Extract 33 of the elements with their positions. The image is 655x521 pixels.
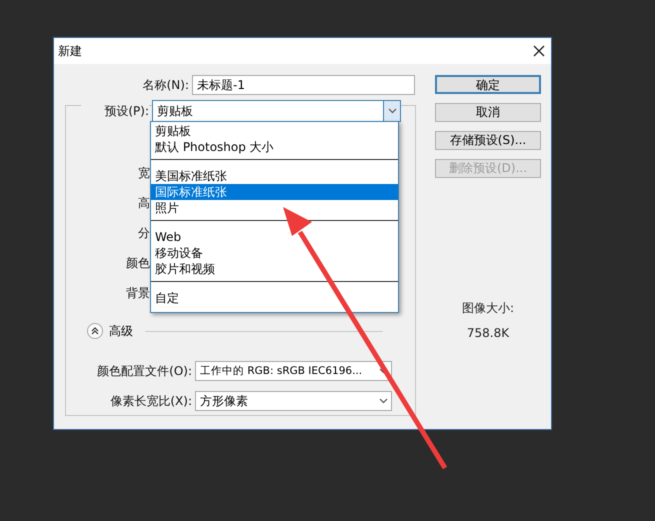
- color-profile-label: 颜色配置文件(O):: [96, 362, 192, 380]
- field-label: 分: [137, 224, 150, 242]
- pixel-aspect-label: 像素长宽比(X):: [109, 392, 192, 410]
- dialog-button[interactable]: 确定: [435, 75, 541, 94]
- preset-dropdown[interactable]: 剪贴板: [152, 100, 401, 122]
- name-label: 名称(N):: [142, 76, 189, 94]
- field-label: 宽: [137, 164, 150, 182]
- pixel-aspect-dropdown[interactable]: 方形像素: [195, 391, 392, 411]
- color-profile-dropdown[interactable]: 工作中的 RGB: sRGB IEC6196...: [195, 361, 392, 381]
- menu-item[interactable]: 自定: [151, 290, 398, 306]
- advanced-label: 高级: [109, 322, 133, 340]
- collapse-icon[interactable]: [87, 323, 103, 339]
- menu-item[interactable]: Web: [151, 229, 398, 245]
- image-size-value: 758.8K: [466, 326, 510, 340]
- image-size-label: 图像大小:: [460, 300, 516, 317]
- menu-item[interactable]: 照片: [151, 200, 398, 216]
- caret-icon: [388, 108, 396, 114]
- menu-item[interactable]: 默认 Photoshop 大小: [151, 139, 398, 155]
- dialog-button[interactable]: 存储预设(S)...: [435, 131, 541, 150]
- name-field[interactable]: 未标题-1: [192, 75, 415, 95]
- preset-label: 预设(P):: [81, 102, 149, 120]
- window-title: 新建: [58, 42, 82, 60]
- field-label: 高: [137, 194, 150, 212]
- close-icon[interactable]: [533, 45, 545, 57]
- field-label: 颜色: [125, 254, 150, 272]
- menu-item[interactable]: 美国标准纸张: [151, 168, 398, 184]
- menu-item[interactable]: 国际标准纸张: [151, 184, 398, 200]
- caret-icon: [378, 398, 388, 404]
- dialog-button[interactable]: 取消: [435, 103, 541, 122]
- menu-item[interactable]: 胶片和视频: [151, 261, 398, 277]
- menu-item[interactable]: 移动设备: [151, 245, 398, 261]
- menu-item[interactable]: 剪贴板: [151, 123, 398, 139]
- field-label: 背景: [125, 284, 150, 302]
